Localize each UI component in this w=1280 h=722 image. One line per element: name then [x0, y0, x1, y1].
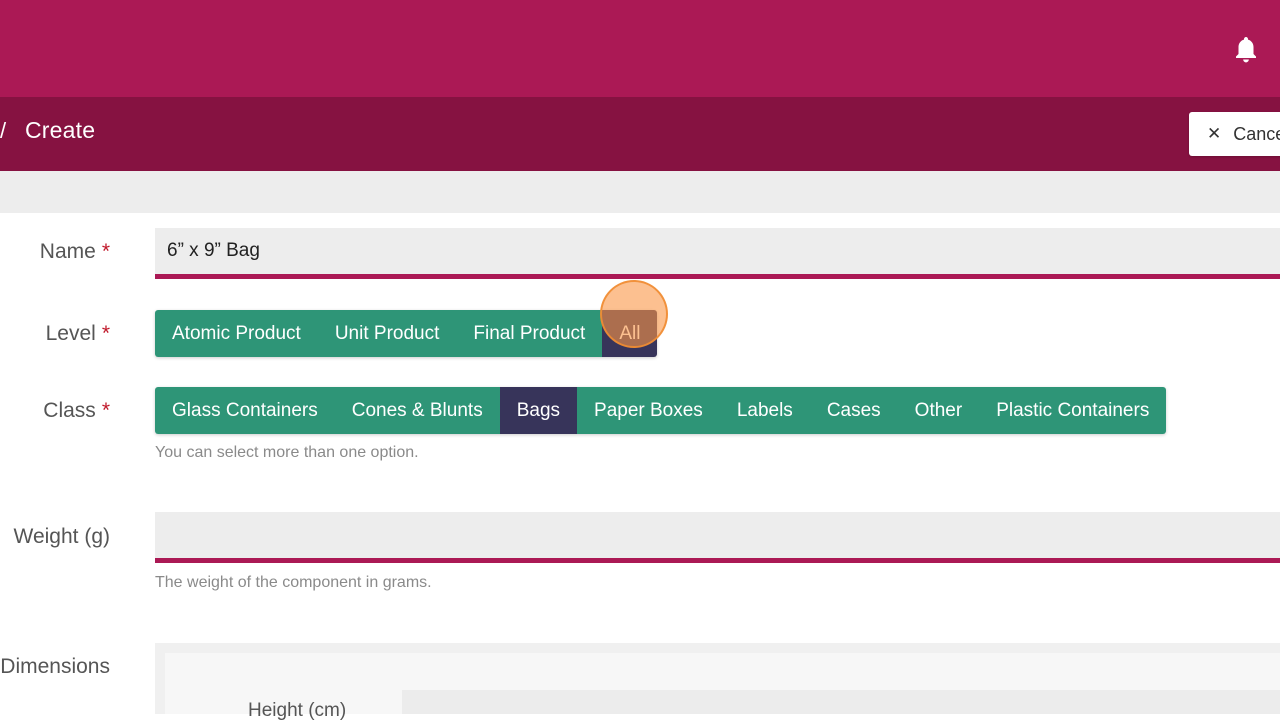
level-option-atomic-product[interactable]: Atomic Product — [155, 310, 318, 357]
breadcrumb-separator: / — [0, 118, 7, 143]
height-label: Height (cm) — [248, 700, 347, 721]
class-label-text: Class — [43, 399, 96, 422]
page-title: Create — [25, 117, 96, 143]
page-header-bar — [0, 97, 1280, 171]
cancel-button[interactable]: ✕ Cance — [1189, 112, 1280, 156]
toolbar-strip — [0, 171, 1280, 213]
level-option-all[interactable]: All — [602, 310, 658, 357]
required-marker: * — [101, 322, 110, 345]
class-option-cones-blunts[interactable]: Cones & Blunts — [334, 387, 500, 434]
required-marker: * — [101, 399, 110, 422]
level-option-final-product[interactable]: Final Product — [456, 310, 603, 357]
class-option-paper-boxes[interactable]: Paper Boxes — [577, 387, 720, 434]
height-input[interactable] — [402, 690, 1280, 714]
level-option-unit-product[interactable]: Unit Product — [317, 310, 457, 357]
name-input[interactable] — [155, 228, 1280, 279]
name-label: Name * — [0, 240, 110, 264]
weight-help-text: The weight of the component in grams. — [155, 574, 432, 591]
class-label: Class * — [0, 399, 110, 423]
close-icon: ✕ — [1207, 124, 1222, 143]
required-marker: * — [101, 240, 110, 263]
name-label-text: Name — [39, 240, 96, 263]
class-option-other[interactable]: Other — [897, 387, 980, 434]
weight-label: Weight (g) — [13, 525, 110, 548]
class-option-cases[interactable]: Cases — [809, 387, 898, 434]
class-option-plastic-containers[interactable]: Plastic Containers — [979, 387, 1167, 434]
class-help-text: You can select more than one option. — [155, 444, 419, 461]
class-option-glass-containers[interactable]: Glass Containers — [155, 387, 335, 434]
level-button-group: Atomic Product Unit Product Final Produc… — [155, 310, 658, 357]
class-option-labels[interactable]: Labels — [719, 387, 810, 434]
level-label-text: Level — [45, 322, 96, 345]
dimensions-label: Dimensions — [0, 655, 110, 678]
cancel-button-label: Cance — [1233, 123, 1280, 144]
top-app-bar — [0, 0, 1280, 97]
class-option-bags[interactable]: Bags — [499, 387, 578, 434]
bell-icon[interactable] — [1233, 35, 1259, 63]
class-button-group: Glass Containers Cones & Blunts Bags Pap… — [155, 387, 1167, 434]
level-label: Level * — [0, 322, 110, 346]
weight-input[interactable] — [155, 512, 1280, 563]
